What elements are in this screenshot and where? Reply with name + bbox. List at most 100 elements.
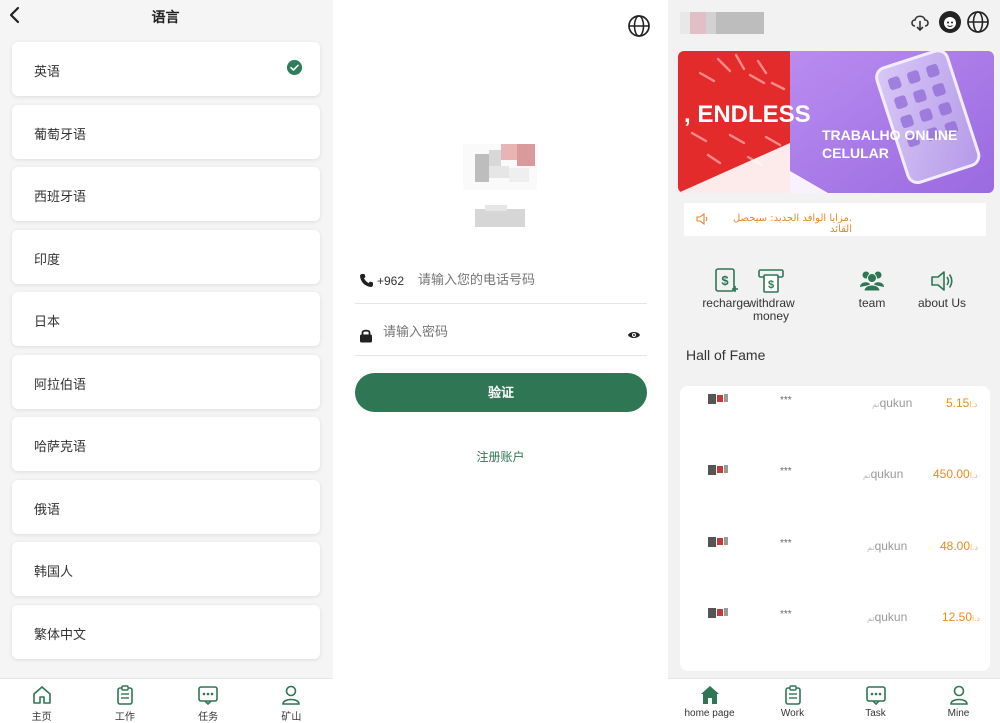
amount: د.ا48.00 [940, 539, 979, 553]
globe-icon[interactable] [627, 14, 651, 38]
language-item-traditional-chinese[interactable]: 繁体中文 [12, 604, 320, 659]
quick-menu: $ recharge $ withdraw money team about U… [680, 267, 990, 327]
app-logo-image [680, 12, 764, 34]
banner-left-text: , ENDLESS [684, 101, 811, 128]
avatar [708, 465, 728, 475]
language-item-india[interactable]: 印度 [12, 229, 320, 284]
amount: د.ا12.50 [942, 610, 981, 624]
language-label: 俄语 [34, 501, 61, 517]
language-label: 日本 [34, 314, 61, 329]
country-code[interactable]: +962 [377, 274, 404, 288]
home-screen: , ENDLESS TRABALHO ONLINE CELULAR .مزايا… [668, 0, 1000, 723]
language-item-kazakh[interactable]: 哈萨克语 [12, 417, 320, 471]
person-icon [949, 685, 968, 705]
tab-label: 主页 [31, 712, 52, 723]
clipboard-icon [784, 685, 801, 705]
language-label: 繁体中文 [34, 626, 87, 642]
menu-label: about Us [917, 296, 967, 310]
withdraw-icon: $ [758, 269, 784, 293]
tab-home[interactable]: home page [668, 679, 751, 723]
verify-button[interactable]: 验证 [355, 373, 647, 412]
masked-user: *** [780, 466, 792, 477]
phone-icon [360, 274, 373, 287]
tab-home[interactable]: 主页 [0, 679, 83, 723]
menu-team[interactable]: team [837, 267, 907, 310]
tab-task[interactable]: Task [834, 679, 917, 723]
tab-work[interactable]: Work [751, 679, 834, 723]
tab-work[interactable]: 工作 [83, 679, 166, 723]
list-item: *** تمqukun د.ا5.15 [680, 392, 990, 412]
username: تمqukun [867, 539, 908, 553]
avatar [708, 394, 728, 404]
tab-label: Work [780, 708, 805, 719]
tab-task[interactable]: 任务 [167, 679, 250, 723]
username: تمqukun [867, 610, 908, 624]
language-list: 英语 葡萄牙语 西班牙语 印度 日本 阿拉伯语 哈萨克语 俄语 韩国人 繁体中文 [12, 42, 320, 667]
language-header: 语言 [0, 0, 333, 32]
bottom-tab-bar: 主页 工作 任务 矿山 [0, 678, 333, 723]
amount: د.ا450.00 [933, 467, 978, 481]
list-item: *** تمqukun د.ا12.50 [680, 606, 990, 626]
language-item-english[interactable]: 英语 [12, 42, 320, 96]
page-title: 语言 [151, 9, 180, 25]
tab-mine[interactable]: Mine [917, 679, 1000, 723]
password-input[interactable] [383, 324, 563, 339]
language-screen: 语言 英语 葡萄牙语 西班牙语 印度 日本 阿拉伯语 哈萨克语 俄语 韩国人 繁… [0, 0, 333, 723]
avatar [708, 608, 728, 618]
language-label: 葡萄牙语 [34, 126, 87, 142]
language-item-japan[interactable]: 日本 [12, 292, 320, 346]
home-outline-icon [32, 686, 51, 704]
chat-dots-icon [865, 686, 886, 706]
list-item: *** تمqukun د.ا48.00 [680, 535, 990, 555]
notice-bar[interactable]: .مزايا الوافد الجديد: سيحصل القائد [684, 203, 986, 236]
notice-text: .مزايا الوافد الجديد: سيحصل القائد [732, 213, 852, 235]
language-item-portuguese[interactable]: 葡萄牙语 [12, 104, 320, 159]
language-label: 阿拉伯语 [34, 376, 87, 392]
home-filled-icon [700, 686, 719, 704]
menu-about[interactable]: about Us [907, 267, 977, 310]
bottom-tab-bar: home page Work Task Mine [668, 678, 1000, 723]
password-field [355, 312, 647, 356]
phone-input[interactable] [418, 272, 598, 287]
person-icon [282, 685, 301, 705]
hall-of-fame-title: Hall of Fame [686, 347, 766, 363]
banner-right-line2: CELULAR [822, 145, 889, 161]
language-item-korean[interactable]: 韩国人 [12, 542, 320, 596]
cloud-download-icon[interactable] [910, 14, 930, 32]
tab-label: home page [684, 708, 735, 719]
tab-label: 工作 [114, 712, 135, 723]
amount: د.ا5.15 [946, 396, 978, 410]
hall-of-fame-list: *** تمqukun د.ا5.15 *** تمqukun د.ا450.0… [680, 386, 990, 671]
menu-label: team [858, 296, 886, 310]
customer-service-icon[interactable] [938, 10, 962, 34]
masked-user: *** [780, 395, 792, 406]
brand-name-image [475, 205, 525, 227]
speaker-icon [931, 271, 953, 291]
svg-text:$: $ [721, 273, 729, 288]
masked-user: *** [780, 609, 792, 620]
language-item-spanish[interactable]: 西班牙语 [12, 167, 320, 221]
language-item-arabic[interactable]: 阿拉伯语 [12, 354, 320, 409]
svg-text:$: $ [768, 279, 774, 291]
lock-icon [360, 329, 372, 343]
menu-withdraw[interactable]: $ withdraw money [736, 267, 806, 323]
tab-mine[interactable]: 矿山 [250, 679, 333, 723]
language-label: 韩国人 [34, 564, 74, 579]
language-label: 印度 [34, 251, 61, 267]
team-icon [860, 271, 884, 292]
globe-icon[interactable] [966, 10, 990, 34]
promo-banner[interactable]: , ENDLESS TRABALHO ONLINE CELULAR [678, 51, 994, 193]
tab-label: Task [865, 708, 886, 719]
banner-right-line1: TRABALHO ONLINE [822, 127, 957, 143]
list-item: *** تمqukun د.ا450.00 [680, 463, 990, 483]
register-account-link[interactable]: 注册账户 [333, 448, 668, 465]
check-circle-icon [287, 60, 302, 75]
tab-label: 矿山 [281, 712, 302, 723]
masked-user: *** [780, 538, 792, 549]
login-screen: +962 验证 注册账户 [333, 0, 668, 723]
logo-image [463, 144, 537, 190]
eye-icon[interactable] [627, 330, 641, 340]
menu-label: withdraw money [747, 296, 795, 323]
tab-label: 任务 [198, 712, 219, 723]
language-item-russian[interactable]: 俄语 [12, 479, 320, 534]
